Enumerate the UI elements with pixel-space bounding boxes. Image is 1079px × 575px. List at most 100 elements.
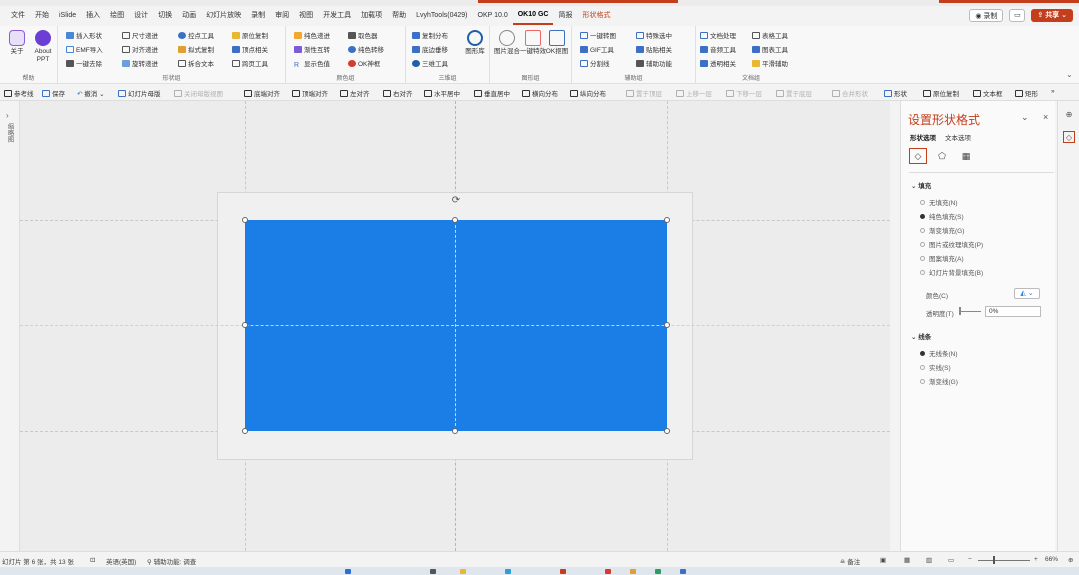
shape-library-button[interactable]: 图形库 [462,30,488,56]
to-image-button[interactable]: 一键转图 [580,30,616,40]
format-copy-button[interactable]: 拟式复制 [178,44,214,54]
align-right-button[interactable]: 右对齐 [383,88,413,98]
table-tool-button[interactable]: 表格工具 [752,30,788,40]
line-solid-radio[interactable]: 实线(S) [920,362,951,372]
bring-to-front-button[interactable]: 置于顶层 [626,88,662,98]
tab-lvyhtools[interactable]: LvyhTools(0429) [411,6,472,26]
line-none-radio[interactable]: 无线条(N) [920,348,958,358]
tab-brief[interactable]: 简报 [553,6,577,26]
tab-okp[interactable]: OKP 10.0 [473,6,513,26]
tab-slideshow[interactable]: 幻灯片放映 [201,6,246,26]
transparency-input[interactable]: 0% [985,306,1041,317]
taskbar-app-icon[interactable] [560,569,566,574]
tab-transitions[interactable]: 切换 [153,6,177,26]
smooth-assist-button[interactable]: 平滑辅助 [752,58,788,68]
about-button[interactable]: 关于 [4,30,30,56]
merge-shapes-button[interactable]: 合并形状 [832,88,868,98]
resize-handle-left[interactable] [242,322,248,328]
image-blend-button[interactable]: 图片混合 [494,30,520,56]
fill-picture-radio[interactable]: 图片或纹理填充(P) [920,239,983,249]
zoom-in-icon[interactable]: + [1034,556,1038,563]
taskbar-app-icon[interactable] [505,569,511,574]
eyedropper-button[interactable]: 取色器 [348,30,378,40]
transparent-button[interactable]: 透明相关 [700,58,736,68]
split-text-button[interactable]: 拆合文本 [178,58,214,68]
special-select-button[interactable]: 特殊选中 [636,30,672,40]
start-icon[interactable] [345,569,351,574]
align-step-button[interactable]: 对齐递进 [122,44,158,54]
shapes-button[interactable]: 形状 [884,88,907,98]
tab-animations[interactable]: 动画 [177,6,201,26]
rectangle-button[interactable]: 矩形 [1015,88,1038,98]
close-master-button[interactable]: 关闭母版视图 [174,88,223,98]
slide-sorter-icon[interactable]: ▦ [904,556,910,564]
fill-pattern-radio[interactable]: 图案填充(A) [920,253,964,263]
send-backward-button[interactable]: 下移一层 [726,88,762,98]
fill-section-header[interactable]: ⌄ 填充 [911,180,931,190]
size-properties-icon[interactable]: ▦ [957,148,975,164]
align-left-button[interactable]: 左对齐 [340,88,370,98]
show-color-value-button[interactable]: R 显示色值 [294,58,330,69]
record-button[interactable]: ◉ 录制 [969,9,1004,22]
rotate-handle-icon[interactable]: ⟳ [450,195,462,207]
resize-handle-right[interactable] [664,322,670,328]
bring-forward-button[interactable]: 上移一层 [676,88,712,98]
about-ppt-button[interactable]: About PPT [30,30,56,64]
copy-distribute-button[interactable]: 复制分布 [412,30,448,40]
resize-handle-top-left[interactable] [242,217,248,223]
send-to-back-button[interactable]: 置于底层 [776,88,812,98]
slide-master-button[interactable]: 幻灯片母版 [118,88,161,98]
solid-transfer-button[interactable]: 纯色转移 [348,44,384,54]
bottom-shift-button[interactable]: 底边垂移 [412,44,448,54]
pane-close-icon[interactable]: × [1043,112,1048,122]
notes-button[interactable]: ≘ 备注 [840,556,860,566]
center-vertical-button[interactable]: 垂直居中 [474,88,510,98]
zoom-slider[interactable] [978,560,1030,561]
accessibility-button[interactable]: ⚲ 辅助功能: 调查 [147,556,196,566]
tab-help[interactable]: 帮助 [387,6,411,26]
fill-background-radio[interactable]: 幻灯片背景填充(B) [920,267,983,277]
save-button[interactable]: 保存 [42,88,65,98]
reading-view-icon[interactable]: ▥ [926,556,932,564]
qat-more-icon[interactable]: » [1051,88,1055,95]
taskbar-app-icon[interactable] [680,569,686,574]
comment-icon[interactable]: ▭ [1009,9,1026,22]
resize-handle-top[interactable] [452,217,458,223]
gif-tool-button[interactable]: GIF工具 [580,44,614,54]
zoom-out-icon[interactable]: − [968,556,972,563]
tab-design[interactable]: 设计 [129,6,153,26]
tab-shape-format[interactable]: 形状格式 [577,6,615,26]
tab-view[interactable]: 视图 [294,6,318,26]
slideshow-icon[interactable]: ▭ [948,556,954,564]
taskbar-app-icon[interactable] [605,569,611,574]
paste-related-button[interactable]: 贴贴相关 [636,44,672,54]
handle-tool-button[interactable]: 控点工具 [178,30,214,40]
audio-tool-button[interactable]: 音频工具 [700,44,736,54]
spelling-icon[interactable]: ⊡ [90,556,95,564]
center-horizontal-button[interactable]: 水平居中 [424,88,460,98]
tab-file[interactable]: 文件 [6,6,30,26]
taskbar-app-icon[interactable] [430,569,436,574]
resize-handle-bottom-left[interactable] [242,428,248,434]
line-gradient-radio[interactable]: 渐变线(G) [920,376,958,386]
distribute-vertical-button[interactable]: 纵向分布 [570,88,606,98]
insert-shape-button[interactable]: 插入形状 [66,30,102,40]
expand-thumbnails-icon[interactable]: › [6,111,9,120]
guides-checkbox[interactable]: 参考线 [4,88,34,98]
size-step-button[interactable]: 尺寸递进 [122,30,158,40]
tab-developer[interactable]: 开发工具 [318,6,356,26]
tab-insert[interactable]: 插入 [81,6,105,26]
fill-line-icon[interactable]: ◇ [909,148,927,164]
format-shape-pane-icon[interactable]: ◇ [1063,131,1075,143]
tab-text-options[interactable]: 文本选项 [945,132,971,142]
ok-cutout-button[interactable]: OK抠图 [544,30,570,56]
tab-shape-options[interactable]: 形状选项 [910,132,936,142]
align-bottom-button[interactable]: 底端对齐 [244,88,280,98]
tab-draw[interactable]: 绘图 [105,6,129,26]
emf-import-button[interactable]: EMF导入 [66,44,103,54]
tab-islide[interactable]: iSlide [54,6,81,26]
undo-button[interactable]: ↶ 撤消 ⌄ [77,88,105,98]
tab-review[interactable]: 审阅 [270,6,294,26]
doc-process-button[interactable]: 文档处理 [700,30,736,40]
tab-record[interactable]: 录制 [246,6,270,26]
